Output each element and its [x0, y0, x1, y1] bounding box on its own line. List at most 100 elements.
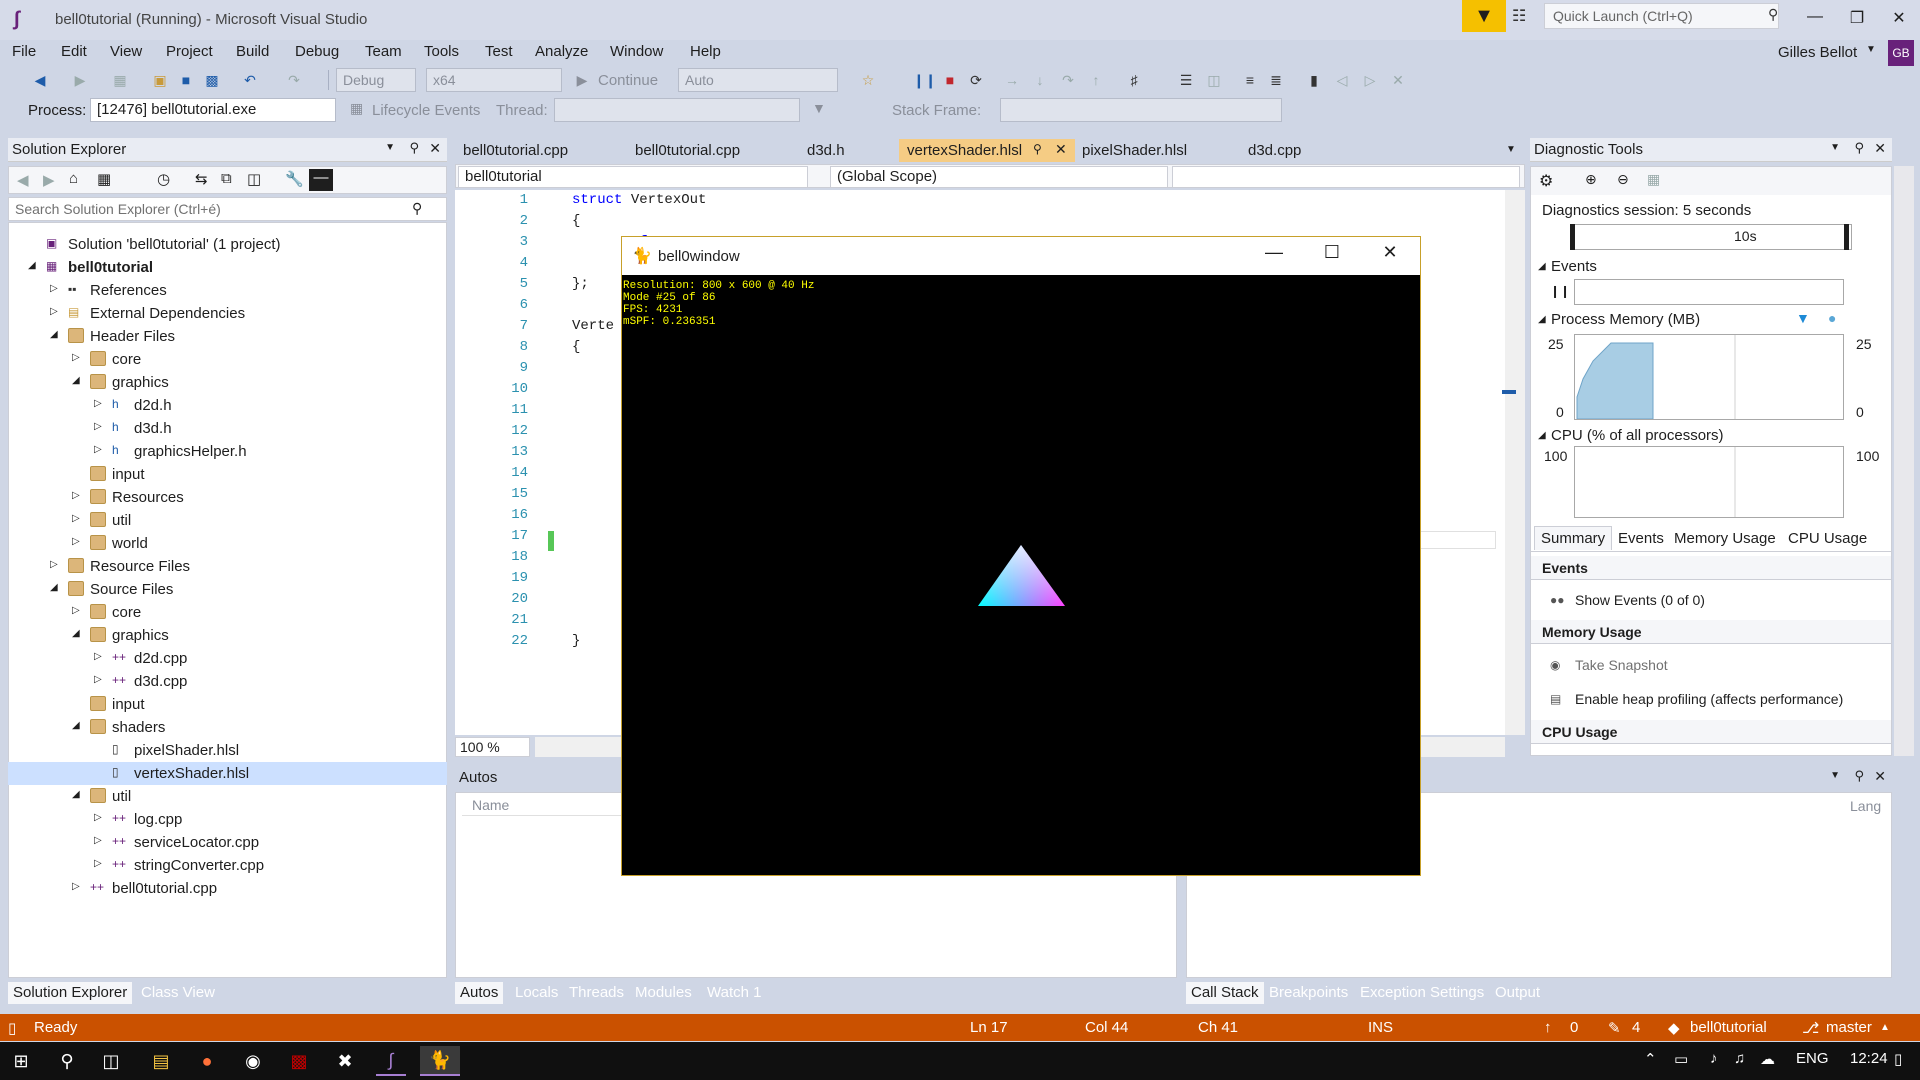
tab-call-stack[interactable]: Call Stack — [1186, 982, 1264, 1004]
status-ins[interactable]: INS — [1368, 1019, 1393, 1036]
expanded-arrow-icon[interactable]: ◢ — [50, 329, 58, 340]
tab-modules[interactable]: Modules — [630, 982, 697, 1004]
process-select[interactable]: [12476] bell0tutorial.exe — [90, 98, 336, 122]
pin-icon[interactable]: ⚲ — [1033, 142, 1042, 156]
tree-item[interactable]: ▷ core — [8, 348, 447, 371]
project-select[interactable]: bell0tutorial — [458, 166, 808, 188]
uncomment-icon[interactable]: ≣ — [1266, 70, 1286, 90]
configuration-select[interactable]: Debug — [336, 68, 416, 92]
home-icon[interactable]: ⌂ — [69, 170, 78, 187]
undo-icon[interactable]: ↶ — [240, 70, 260, 90]
platform-select[interactable]: x64 — [426, 68, 562, 92]
tab-output[interactable]: Output — [1490, 982, 1545, 1004]
tab-watch-1[interactable]: Watch 1 — [702, 982, 766, 1004]
tree-item[interactable]: ◢ ▦ bell0tutorial — [8, 256, 447, 279]
code-line[interactable]: Verte — [572, 318, 614, 334]
filezilla-icon[interactable]: ▩ — [284, 1046, 314, 1076]
reset-view-icon[interactable]: ▦ — [1647, 171, 1660, 188]
next-bookmark-icon[interactable]: ▷ — [1360, 70, 1380, 90]
clear-bookmarks-icon[interactable]: ✕ — [1388, 70, 1408, 90]
tab-memory-usage[interactable]: Memory Usage — [1674, 530, 1776, 547]
gear-icon[interactable]: ⚙ — [1539, 171, 1553, 191]
menu-test[interactable]: Test — [485, 43, 513, 60]
timeline-end-handle[interactable] — [1844, 224, 1849, 250]
tree-item[interactable]: ▷ h d2d.h — [8, 394, 447, 417]
tree-item[interactable]: ▷ ▤ External Dependencies — [8, 302, 447, 325]
tree-item[interactable]: ▷ Resources — [8, 486, 447, 509]
collapse-icon[interactable]: ◢ — [1538, 314, 1546, 325]
save-all-icon[interactable]: ▩ — [202, 70, 222, 90]
tab-d3d-h[interactable]: d3d.h — [799, 139, 853, 162]
collapsed-arrow-icon[interactable]: ▷ — [94, 421, 102, 432]
prev-bookmark-icon[interactable]: ◁ — [1332, 70, 1352, 90]
menu-debug[interactable]: Debug — [295, 43, 339, 60]
tab-events[interactable]: Events — [1618, 530, 1664, 547]
comment-icon[interactable]: ≡ — [1240, 70, 1260, 90]
expanded-arrow-icon[interactable]: ◢ — [50, 582, 58, 593]
menu-help[interactable]: Help — [690, 43, 721, 60]
tab-exception-settings[interactable]: Exception Settings — [1355, 982, 1489, 1004]
user-name[interactable]: Gilles Bellot — [1778, 44, 1857, 61]
menu-edit[interactable]: Edit — [61, 43, 87, 60]
timeline-ruler[interactable] — [1572, 224, 1852, 250]
chevron-down-icon[interactable]: ▼ — [1830, 142, 1840, 153]
volume-icon[interactable]: ♫ — [1734, 1050, 1745, 1067]
code-line[interactable]: { — [572, 339, 580, 355]
restart-icon[interactable]: ⟳ — [966, 70, 986, 90]
tree-item[interactable]: ▷ ++ stringConverter.cpp — [8, 854, 447, 877]
chevron-down-icon[interactable]: ▼ — [1866, 44, 1876, 55]
tree-item[interactable]: input — [8, 463, 447, 486]
tab-pixelshader-hlsl[interactable]: pixelShader.hlsl — [1074, 139, 1195, 162]
step-over-icon[interactable]: ↷ — [1058, 70, 1078, 90]
collapsed-arrow-icon[interactable]: ▷ — [50, 306, 58, 317]
tab-summary[interactable]: Summary — [1534, 526, 1613, 550]
clock[interactable]: 12:24 — [1850, 1050, 1888, 1067]
battery-icon[interactable]: ▭ — [1674, 1050, 1688, 1068]
status-unpushed[interactable]: 0 — [1570, 1019, 1578, 1036]
pause-icon[interactable]: ❙❙ — [1550, 284, 1570, 298]
collapse-icon[interactable]: ◢ — [1538, 261, 1546, 272]
action-center-icon[interactable]: ▯ — [1894, 1050, 1902, 1068]
collapse-icon[interactable]: ◢ — [1538, 430, 1546, 441]
menu-project[interactable]: Project — [166, 43, 213, 60]
filter-icon[interactable]: ▼ — [812, 100, 826, 116]
game-maximize-button[interactable]: ☐ — [1312, 242, 1352, 263]
expanded-arrow-icon[interactable]: ◢ — [72, 789, 80, 800]
switch-views-icon[interactable]: ▦ — [97, 170, 111, 188]
show-events-link[interactable]: Show Events (0 of 0) — [1575, 592, 1705, 608]
collapsed-arrow-icon[interactable]: ▷ — [94, 444, 102, 455]
member-select[interactable] — [1172, 166, 1520, 188]
visual-studio-icon[interactable]: ∫ — [376, 1046, 406, 1076]
bell0window-titlebar[interactable] — [622, 237, 1420, 275]
browser-link-icon[interactable]: ☆ — [858, 70, 878, 90]
collapsed-arrow-icon[interactable]: ▷ — [94, 835, 102, 846]
menu-window[interactable]: Window — [610, 43, 663, 60]
collapsed-arrow-icon[interactable]: ▷ — [94, 812, 102, 823]
tab-breakpoints[interactable]: Breakpoints — [1264, 982, 1353, 1004]
heap-profiling-link[interactable]: Enable heap profiling (affects performan… — [1575, 691, 1843, 707]
tab-solution-explorer[interactable]: Solution Explorer — [8, 982, 133, 1004]
quick-launch-input[interactable]: Quick Launch (Ctrl+Q) — [1544, 3, 1779, 29]
code-line[interactable]: { — [572, 213, 580, 229]
render-canvas[interactable] — [622, 276, 1420, 875]
pending-changes-icon[interactable]: ◷ — [157, 170, 170, 188]
collapsed-arrow-icon[interactable]: ▷ — [50, 559, 58, 570]
tab-threads[interactable]: Threads — [564, 982, 629, 1004]
collapsed-arrow-icon[interactable]: ▷ — [72, 490, 80, 501]
tab-bell0tutorial-cpp[interactable]: bell0tutorial.cpp — [455, 139, 576, 162]
back-icon[interactable]: ◀ — [30, 70, 50, 90]
collapsed-arrow-icon[interactable]: ▷ — [94, 858, 102, 869]
status-changes[interactable]: 4 — [1632, 1019, 1640, 1036]
preview-icon[interactable]: — — [309, 169, 333, 191]
tree-item[interactable]: ▷ h graphicsHelper.h — [8, 440, 447, 463]
tab-bell0tutorial-cpp-2[interactable]: bell0tutorial.cpp — [627, 139, 748, 162]
notification-filter-icon[interactable]: ▼ — [1462, 0, 1506, 32]
menu-tools[interactable]: Tools — [424, 43, 459, 60]
code-line[interactable]: }; — [572, 276, 589, 292]
redo-icon[interactable]: ↷ — [284, 70, 304, 90]
hex-display-icon[interactable]: ♯ — [1124, 70, 1144, 90]
zoom-select[interactable]: 100 % — [455, 737, 530, 757]
close-icon[interactable]: ✕ — [1055, 141, 1067, 158]
tree-item[interactable]: input — [8, 693, 447, 716]
menu-file[interactable]: File — [12, 43, 36, 60]
